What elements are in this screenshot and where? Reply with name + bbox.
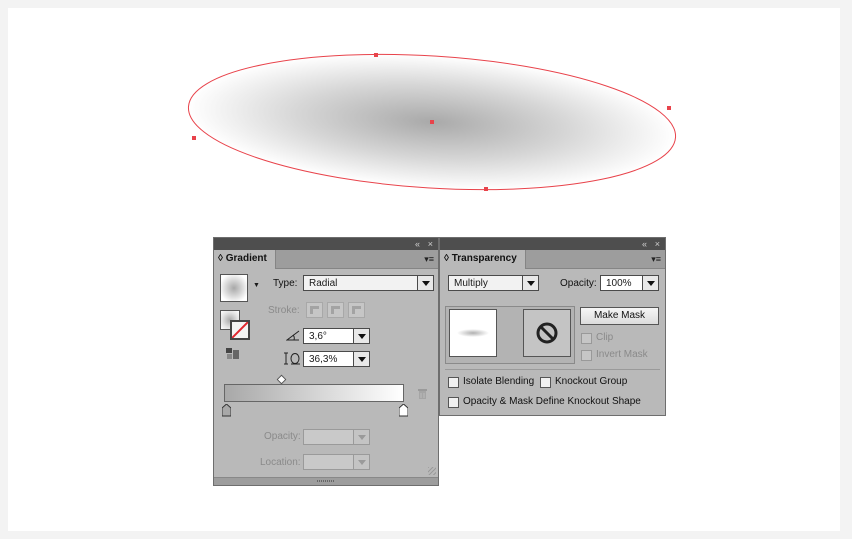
knockout-group-checkbox[interactable] xyxy=(540,377,551,388)
artwork-thumbnail[interactable] xyxy=(449,309,497,357)
opacity-value: 100% xyxy=(606,278,632,289)
invert-mask-label: Invert Mask xyxy=(596,349,648,360)
stop-location-label: Location: xyxy=(260,457,301,468)
anchor-point-right[interactable] xyxy=(667,106,671,110)
blend-mode-value: Multiply xyxy=(454,278,488,289)
gradient-panel: « × ◊ Gradient ▾≡ ▼ Type: Radial Stroke:… xyxy=(213,237,439,486)
aspect-ratio-icon xyxy=(284,352,300,368)
clip-checkbox xyxy=(581,333,592,344)
opacity-mask-knockout-label: Opacity & Mask Define Knockout Shape xyxy=(463,396,641,407)
delete-stop-icon[interactable] xyxy=(417,388,428,403)
stop-location-field xyxy=(303,454,370,470)
aspect-ratio-value: 36,3% xyxy=(309,354,338,365)
clip-label: Clip xyxy=(596,332,614,343)
chevron-down-icon[interactable] xyxy=(353,329,369,343)
angle-value: 3,6° xyxy=(309,331,327,342)
tab-gradient-label: Gradient xyxy=(225,253,267,264)
close-panel-icon[interactable]: × xyxy=(655,238,660,250)
reverse-gradient-icon[interactable] xyxy=(226,348,240,360)
chevron-down-icon[interactable] xyxy=(642,276,658,290)
tab-expand-icon: ◊ xyxy=(444,253,449,264)
type-label: Type: xyxy=(273,278,298,289)
stroke-label: Stroke: xyxy=(268,305,300,316)
none-slash-icon xyxy=(232,322,248,338)
gradient-thumbnail-dropdown-icon[interactable]: ▼ xyxy=(253,282,260,290)
stop-opacity-field xyxy=(303,429,370,445)
gradient-tab-row: ◊ Gradient ▾≡ xyxy=(214,250,438,269)
chevron-down-icon[interactable] xyxy=(522,276,538,290)
color-stop-end[interactable] xyxy=(398,403,409,420)
anchor-point-bottom[interactable] xyxy=(484,187,488,191)
invert-mask-checkbox xyxy=(581,350,592,361)
chevron-down-icon[interactable] xyxy=(417,276,433,290)
aspect-ratio-field[interactable]: 36,3% xyxy=(303,351,370,367)
opacity-mask-knockout-checkbox[interactable] xyxy=(448,397,459,408)
knockout-group-label: Knockout Group xyxy=(555,376,628,387)
stroke-none-swatch[interactable] xyxy=(230,320,250,340)
type-select[interactable]: Radial xyxy=(303,275,434,291)
drag-grip-icon[interactable] xyxy=(317,480,335,482)
color-stop-start[interactable] xyxy=(221,403,232,420)
tab-transparency-label: Transparency xyxy=(451,253,517,264)
isolate-blending-checkbox[interactable] xyxy=(448,377,459,388)
panel-bottom-bar[interactable] xyxy=(214,477,438,485)
make-mask-button[interactable]: Make Mask xyxy=(580,307,659,325)
isolate-blending-label: Isolate Blending xyxy=(463,376,535,387)
no-mask-icon xyxy=(536,322,558,344)
blend-mode-select[interactable]: Multiply xyxy=(448,275,539,291)
gradient-panel-topbar[interactable]: « × xyxy=(214,238,438,250)
transparency-panel-topbar[interactable]: « × xyxy=(440,238,665,250)
chevron-down-icon xyxy=(353,430,369,444)
mask-thumbnail[interactable] xyxy=(523,309,571,357)
section-divider xyxy=(445,369,660,370)
gradient-thumbnail[interactable] xyxy=(220,274,248,302)
tab-transparency[interactable]: ◊ Transparency xyxy=(440,250,526,269)
type-select-value: Radial xyxy=(309,278,338,289)
opacity-label: Opacity: xyxy=(560,278,597,289)
stroke-gradient-along-button xyxy=(327,302,344,318)
opacity-field[interactable]: 100% xyxy=(600,275,659,291)
resize-grip-icon[interactable] xyxy=(428,467,436,475)
chevron-down-icon xyxy=(353,455,369,469)
angle-icon xyxy=(285,330,300,344)
center-point[interactable] xyxy=(430,120,434,124)
stop-opacity-label: Opacity: xyxy=(264,431,301,442)
tab-expand-icon: ◊ xyxy=(218,253,223,264)
panel-menu-icon[interactable]: ▾≡ xyxy=(651,253,661,265)
transparency-panel: « × ◊ Transparency ▾≡ Multiply Opacity: … xyxy=(439,237,666,416)
gradient-slider[interactable] xyxy=(224,384,404,402)
midpoint-diamond[interactable] xyxy=(276,374,287,385)
transparency-tab-row: ◊ Transparency ▾≡ xyxy=(440,250,665,269)
collapse-panel-icon[interactable]: « xyxy=(642,238,647,250)
angle-field[interactable]: 3,6° xyxy=(303,328,370,344)
chevron-down-icon[interactable] xyxy=(353,352,369,366)
stroke-gradient-across-button xyxy=(348,302,365,318)
stroke-gradient-within-button xyxy=(306,302,323,318)
panel-menu-icon[interactable]: ▾≡ xyxy=(424,253,434,265)
anchor-point-top[interactable] xyxy=(374,53,378,57)
collapse-panel-icon[interactable]: « xyxy=(415,238,420,250)
anchor-point-left[interactable] xyxy=(192,136,196,140)
close-panel-icon[interactable]: × xyxy=(428,238,433,250)
artwork-thumbnail-preview xyxy=(457,329,489,337)
tab-gradient[interactable]: ◊ Gradient xyxy=(214,250,276,269)
